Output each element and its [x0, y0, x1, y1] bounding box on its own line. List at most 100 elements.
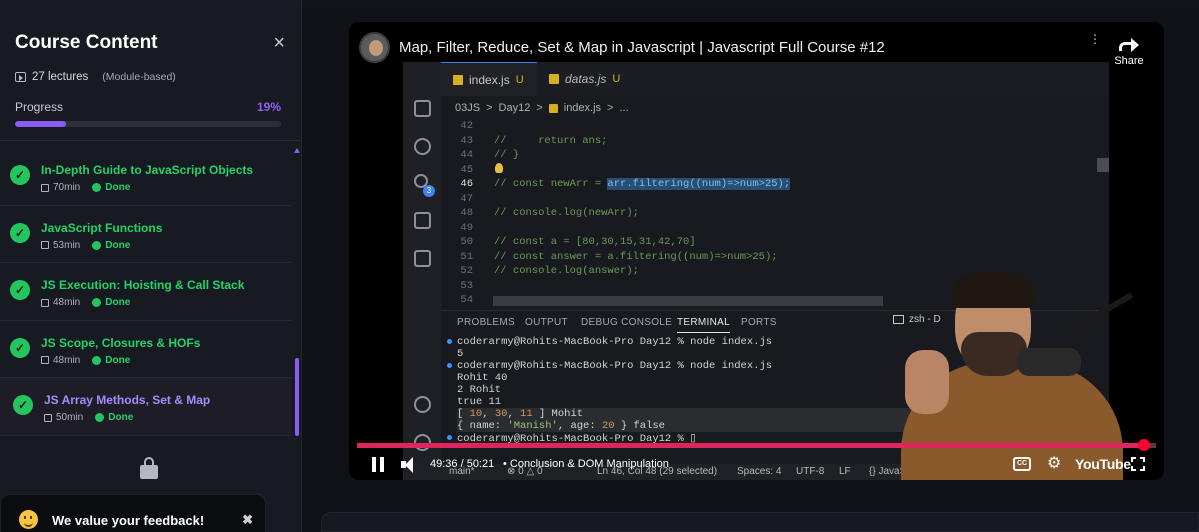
fullscreen-icon[interactable]: [1131, 457, 1145, 471]
lesson-item-active[interactable]: ✓ JS Array Methods, Set & Map 50min Done: [0, 378, 292, 436]
terminal-line: 2 Rohit: [457, 384, 502, 396]
lesson-item[interactable]: ✓ JS Scope, Closures & HOFs 48min Done: [0, 321, 292, 378]
breadcrumb-part: index.js: [563, 102, 602, 114]
run-debug-icon: [414, 212, 431, 229]
check-circle-icon: ✓: [10, 280, 30, 300]
video-progress-bar[interactable]: [357, 439, 1156, 451]
progress-percent: 19%: [256, 100, 281, 114]
terminal-line: coderarmy@Rohits-MacBook-Pro Day12 % nod…: [447, 336, 772, 348]
panel-tab: OUTPUT: [525, 317, 568, 328]
done-icon: [92, 355, 102, 365]
breadcrumb-part: Day12: [498, 102, 531, 114]
lesson-item[interactable]: ✓ JS Execution: Hoisting & Call Stack 48…: [0, 263, 292, 321]
terminal-line: true 11: [457, 396, 502, 408]
lesson-meta: 48min Done: [41, 355, 130, 366]
lesson-status: Done: [105, 239, 131, 251]
panel-tab: PROBLEMS: [457, 317, 515, 328]
horizontal-scrollbar: [493, 296, 883, 306]
course-sidebar: Course Content × 27 lectures (Module-bas…: [0, 0, 302, 532]
progress-bar: [15, 121, 281, 127]
captions-icon[interactable]: CC: [1013, 457, 1031, 471]
course-meta: 27 lectures (Module-based): [15, 71, 176, 83]
top-strip: [302, 0, 1199, 6]
presenter-webcam: [897, 272, 1134, 480]
lesson-title: JS Array Methods, Set & Map: [44, 393, 211, 407]
lesson-title: JS Scope, Closures & HOFs: [41, 335, 201, 350]
close-icon[interactable]: ✖: [242, 512, 253, 528]
video-player[interactable]: 3 index.js U datas.js U 03JS > Day12 > i…: [349, 22, 1164, 480]
done-icon: [92, 298, 102, 307]
video-title[interactable]: Map, Filter, Reduce, Set & Map in Javasc…: [399, 39, 885, 56]
share-button[interactable]: Share: [1107, 36, 1151, 67]
breadcrumb-part: 03JS: [455, 102, 481, 114]
lesson-item[interactable]: ✓ In-Depth Guide to JavaScript Objects 7…: [0, 148, 292, 206]
clock-icon: [41, 298, 49, 307]
editor-tab: index.js U: [441, 62, 537, 96]
lesson-meta: 70min Done: [41, 182, 130, 193]
pause-icon[interactable]: [371, 457, 385, 472]
channel-avatar[interactable]: [359, 32, 390, 63]
progress-label: Progress: [15, 100, 64, 114]
code-line: 48// console.log(newArr);: [460, 207, 639, 219]
lesson-list-scrollbar[interactable]: [294, 148, 300, 440]
lesson-duration: 50min: [56, 412, 84, 423]
share-label: Share: [1114, 55, 1144, 67]
minimap: [1097, 158, 1109, 172]
lesson-item[interactable]: ✓ JavaScript Functions 53min Done: [0, 206, 292, 263]
check-circle-icon: ✓: [10, 337, 30, 358]
editor-breadcrumb: 03JS > Day12 > index.js > ...: [455, 102, 629, 114]
account-icon: [414, 396, 431, 413]
more-dots-icon[interactable]: ⋮: [1089, 32, 1101, 46]
code-line: 44// }: [460, 149, 520, 161]
video-lectures-icon: [15, 72, 26, 82]
sidebar-title: Course Content: [15, 32, 158, 53]
lesson-meta: 48min Done: [41, 297, 130, 308]
settings-gear-icon[interactable]: ⚙: [1047, 456, 1061, 472]
video-chapter[interactable]: • Conclusion & DOM Manipulation: [503, 458, 669, 470]
feedback-banner[interactable]: We value your feedback! ✖: [0, 494, 266, 532]
divider: [0, 140, 302, 141]
lesson-title: JavaScript Functions: [41, 220, 163, 235]
tab-mark: U: [515, 73, 524, 86]
feedback-text: We value your feedback!: [52, 513, 205, 528]
tab-label: datas.js: [565, 72, 607, 86]
js-file-icon: [549, 74, 559, 84]
breadcrumb-part: ...: [619, 102, 629, 114]
scroll-up-icon[interactable]: [294, 148, 300, 153]
lightbulb-icon: [495, 162, 503, 173]
lesson-duration: 48min: [53, 297, 81, 308]
code-line: 43// return ans;: [460, 134, 608, 147]
lesson-title: In-Depth Guide to JavaScript Objects: [41, 163, 254, 177]
editor-tabs: index.js U datas.js U: [441, 62, 1109, 96]
code-line: 42: [460, 120, 473, 132]
done-icon: [92, 183, 102, 192]
video-scrubber-knob[interactable]: [1138, 439, 1150, 451]
lesson-status: Done: [105, 182, 131, 193]
done-icon: [95, 413, 105, 422]
code-line: 51// const answer = a.filtering((num)=>n…: [460, 250, 778, 263]
code-line: 45: [441, 162, 1101, 179]
content-card: [321, 512, 1199, 532]
video-time: 49:36 / 50:21: [430, 458, 495, 470]
scrollbar-thumb[interactable]: [295, 358, 299, 436]
clock-icon: [41, 183, 49, 192]
search-icon: [414, 138, 431, 155]
youtube-logo[interactable]: YouTube: [1075, 456, 1131, 472]
tab-label: index.js: [469, 72, 510, 87]
volume-icon[interactable]: [401, 456, 421, 473]
source-control-badge: 3: [423, 185, 435, 197]
terminal-line: coderarmy@Rohits-MacBook-Pro Day12 % nod…: [447, 360, 772, 372]
lesson-meta: 50min Done: [44, 412, 133, 423]
tab-mark: U: [612, 73, 621, 85]
clock-icon: [41, 356, 49, 364]
breadcrumb-sep: >: [607, 102, 614, 114]
code-line: 47: [460, 192, 473, 205]
lesson-duration: 70min: [53, 182, 81, 193]
clock-icon: [41, 241, 49, 249]
code-line: 49: [460, 221, 473, 234]
video-title-bar: Map, Filter, Reduce, Set & Map in Javasc…: [359, 32, 1159, 67]
breadcrumb-sep: >: [486, 102, 493, 114]
lecture-count: 27 lectures: [32, 71, 89, 83]
lesson-status: Done: [108, 412, 134, 423]
close-icon[interactable]: ×: [273, 33, 285, 53]
